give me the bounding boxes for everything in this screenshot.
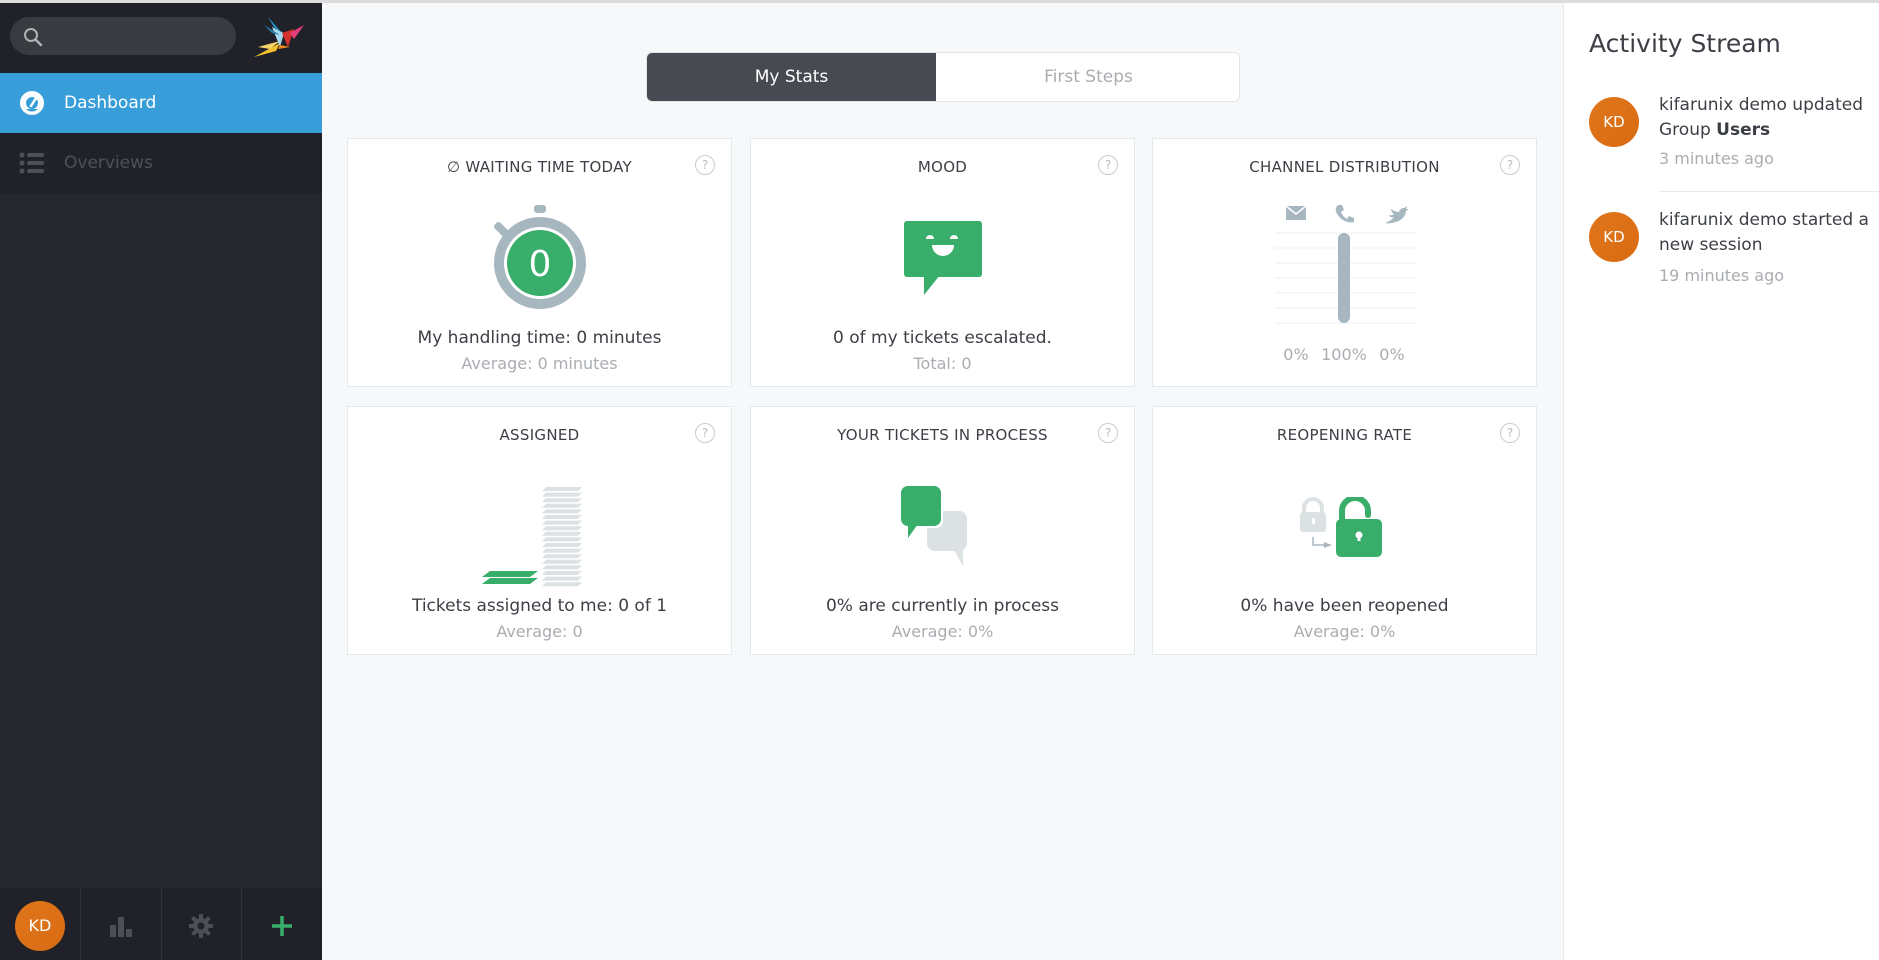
help-icon[interactable]: ? (1098, 423, 1118, 443)
help-icon[interactable]: ? (1098, 155, 1118, 175)
channel-label-phone: 100% (1321, 345, 1367, 361)
my-ticket-sheet (481, 578, 538, 584)
activity-text: kifarunix demo started a new session (1659, 210, 1869, 255)
ticket-sheet (541, 554, 582, 559)
card-main-text: 0% are currently in process (825, 596, 1059, 616)
activity-time: 19 minutes ago (1659, 266, 1785, 285)
twitter-icon (1385, 206, 1409, 224)
new-plus-icon (272, 915, 293, 936)
card-mood: MOOD ? 0 of my tickets escalated. Total:… (750, 138, 1135, 387)
new-button[interactable] (242, 888, 322, 960)
card-sub-text: Average: 0% (891, 622, 994, 641)
card-main-text: Tickets assigned to me: 0 of 1 (411, 596, 668, 616)
dashboard-main: My Stats First Steps ∅ WAITING TIME TODA… (322, 3, 1563, 960)
waiting-time-value: 0 (528, 244, 551, 285)
card-reopening-rate: REOPENING RATE ? 0% have been reopened A… (1152, 406, 1537, 655)
dashboard-tabs: My Stats First Steps (646, 52, 1240, 102)
ticket-sheet (541, 503, 582, 508)
sidebar-item-label: Dashboard (64, 93, 157, 113)
ticket-stack-icon (481, 487, 582, 587)
card-sub-text: Average: 0 minutes (461, 354, 618, 373)
user-menu[interactable]: KD (0, 888, 81, 960)
help-icon[interactable]: ? (695, 423, 715, 443)
phone-icon (1335, 205, 1354, 223)
divider (1659, 191, 1879, 192)
activity-time: 3 minutes ago (1659, 149, 1774, 168)
tab-my-stats[interactable]: My Stats (647, 53, 936, 101)
card-channel-distribution: CHANNEL DISTRIBUTION ? 0% 100% 0% (1152, 138, 1537, 387)
settings-gear-icon (189, 913, 214, 938)
card-title: ASSIGNED (499, 426, 580, 444)
sidebar: Dashboard Overviews KD (0, 3, 322, 960)
my-ticket-sheet (481, 571, 538, 577)
channel-bar-phone (1338, 233, 1350, 323)
sidebar-item-label: Overviews (64, 153, 153, 173)
activity-stream-panel: Activity Stream KD kifarunix demo update… (1563, 3, 1879, 960)
sidebar-footer: KD (0, 888, 322, 960)
ticket-sheet (541, 571, 582, 575)
channel-label-email: 0% (1283, 345, 1308, 361)
card-assigned: ASSIGNED ? Tickets assigned to me: 0 of … (347, 406, 732, 655)
search-input[interactable] (54, 17, 230, 55)
card-title: YOUR TICKETS IN PROCESS (837, 426, 1048, 444)
card-title: MOOD (917, 158, 968, 176)
list-icon (19, 152, 44, 174)
sidebar-item-overviews[interactable]: Overviews (0, 133, 322, 193)
logo-icon (254, 17, 304, 57)
reports-button[interactable] (81, 888, 162, 960)
help-icon[interactable]: ? (1500, 155, 1520, 175)
help-icon[interactable]: ? (1500, 423, 1520, 443)
dashboard-gauge-icon (20, 91, 44, 115)
ticket-sheet (541, 520, 582, 525)
activity-text: kifarunix demo updated Group Users (1659, 95, 1863, 140)
reports-icon (109, 916, 132, 937)
ticket-sheet (541, 537, 582, 542)
card-sub-text: Average: 0% (1293, 622, 1396, 641)
sidebar-item-dashboard[interactable]: Dashboard (0, 73, 322, 133)
ticket-sheet (541, 576, 582, 581)
avatar[interactable]: KD (1589, 97, 1639, 147)
card-sub-text: Total: 0 (913, 354, 972, 373)
card-waiting-time: ∅ WAITING TIME TODAY ? 0 My handling tim… (347, 138, 732, 387)
ticket-sheet (541, 582, 582, 587)
unlock-icon (1299, 497, 1382, 557)
card-tickets-in-process: YOUR TICKETS IN PROCESS ? 0% are current… (750, 406, 1135, 655)
ticket-sheet (541, 526, 582, 531)
card-main-text: My handling time: 0 minutes (417, 328, 662, 348)
search-box[interactable] (10, 17, 236, 55)
card-title: ∅ WAITING TIME TODAY (446, 158, 633, 176)
ticket-sheet (541, 565, 582, 570)
avatar[interactable]: KD (14, 900, 65, 951)
ticket-sheet (541, 487, 582, 491)
chat-bubbles-icon (900, 486, 967, 566)
ticket-sheet (541, 515, 582, 519)
channel-chart: 0% 100% 0% (1275, 205, 1417, 361)
stopwatch-icon: 0 (493, 205, 586, 309)
search-icon (24, 28, 43, 47)
tab-first-steps[interactable]: First Steps (936, 53, 1239, 101)
card-sub-text: Average: 0 (496, 622, 583, 641)
ticket-sheet (541, 559, 582, 564)
settings-button[interactable] (162, 888, 243, 960)
ticket-sheet (541, 492, 582, 497)
help-icon[interactable]: ? (695, 155, 715, 175)
sidebar-header (0, 3, 322, 73)
activity-object[interactable]: Users (1716, 120, 1770, 140)
card-main-text: 0% have been reopened (1240, 596, 1449, 616)
mood-smiley-icon (903, 221, 982, 295)
card-title: CHANNEL DISTRIBUTION (1249, 158, 1440, 176)
email-icon (1285, 205, 1307, 220)
channel-label-twitter: 0% (1379, 345, 1404, 361)
card-main-text: 0 of my tickets escalated. (833, 328, 1052, 348)
ticket-sheet (541, 531, 582, 536)
activity-stream-title: Activity Stream (1589, 29, 1781, 58)
avatar[interactable]: KD (1589, 212, 1639, 262)
ticket-sheet (541, 498, 582, 503)
card-title: REOPENING RATE (1276, 426, 1413, 444)
ticket-sheet (541, 548, 582, 553)
ticket-sheet (541, 543, 582, 547)
ticket-sheet (541, 509, 582, 514)
